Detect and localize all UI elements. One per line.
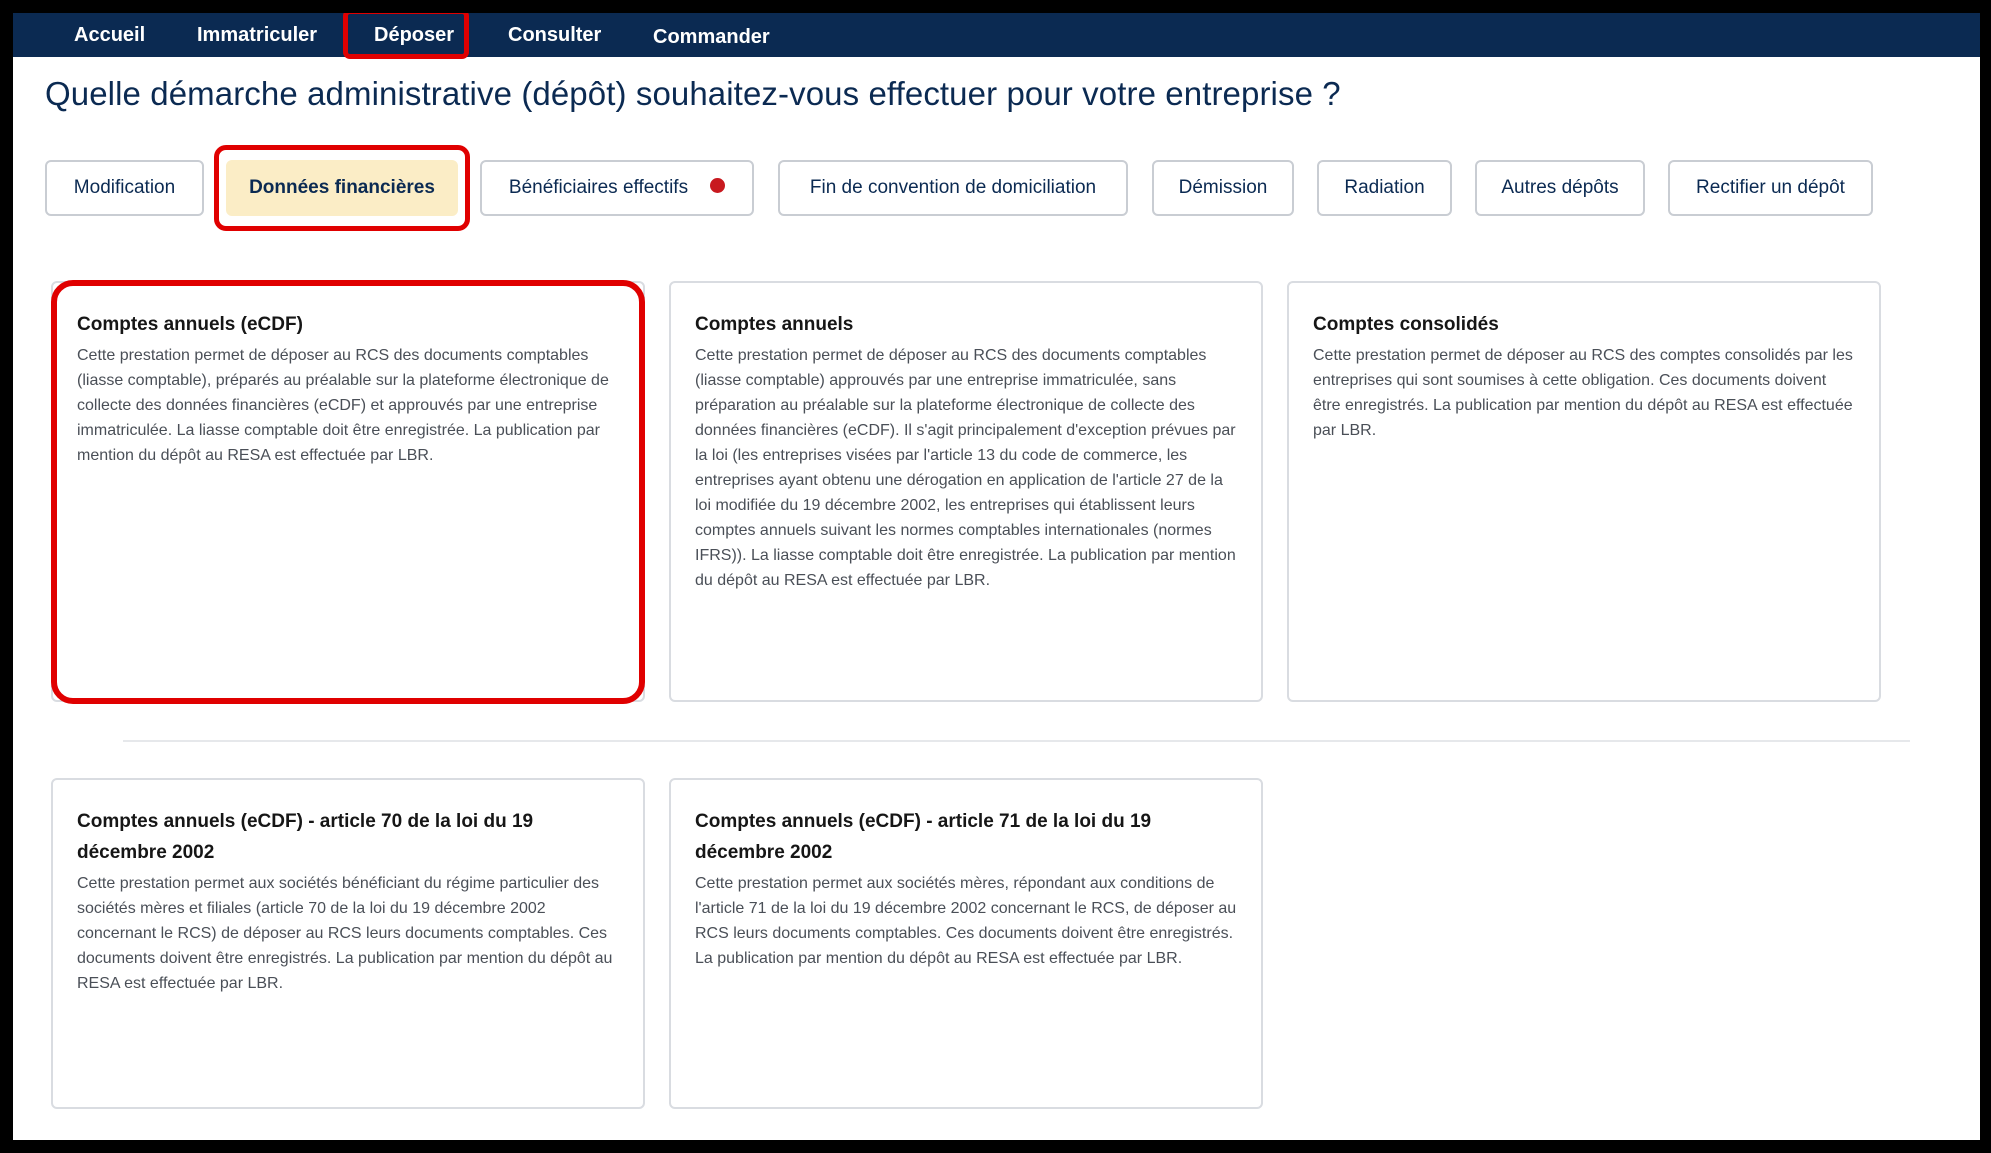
nav-immatriculer[interactable]: Immatriculer — [197, 13, 317, 57]
card-comptes-annuels-article-70[interactable]: Comptes annuels (eCDF) - article 70 de l… — [51, 778, 645, 1109]
card-description: Cette prestation permet aux sociétés bén… — [77, 875, 613, 992]
card-selected-highlight — [51, 280, 645, 704]
status-dot-icon — [710, 178, 726, 194]
page-title: Quelle démarche administrative (dépôt) s… — [45, 75, 1341, 112]
card-description: Cette prestation permet de déposer au RC… — [695, 347, 1236, 589]
nav-active-highlight — [343, 13, 469, 59]
tab-autres-depots[interactable]: Autres dépôts — [1475, 160, 1645, 216]
card-title: Comptes consolidés — [1313, 314, 1499, 335]
nav-accueil[interactable]: Accueil — [74, 13, 145, 57]
top-navigation: Accueil Immatriculer Déposer Consulter C… — [13, 13, 1980, 57]
tab-demission[interactable]: Démission — [1152, 160, 1294, 216]
tab-rectifier-depot[interactable]: Rectifier un dépôt — [1668, 160, 1873, 216]
card-comptes-consolides[interactable]: Comptes consolidés Cette prestation perm… — [1287, 281, 1881, 702]
nav-consulter[interactable]: Consulter — [508, 13, 601, 57]
card-comptes-annuels-article-71[interactable]: Comptes annuels (eCDF) - article 71 de l… — [669, 778, 1263, 1109]
card-title: Comptes annuels (eCDF) - article 70 de l… — [77, 811, 534, 863]
card-comptes-annuels[interactable]: Comptes annuels Cette prestation permet … — [669, 281, 1263, 702]
card-title: Comptes annuels — [695, 314, 854, 335]
tab-label: Bénéficiaires effectifs — [508, 177, 689, 198]
tab-beneficiaires-effectifs[interactable]: Bénéficiaires effectifs — [480, 160, 754, 216]
card-description: Cette prestation permet de déposer au RC… — [1313, 347, 1853, 439]
card-title: Comptes annuels (eCDF) - article 71 de l… — [695, 811, 1152, 863]
card-description: Cette prestation permet aux sociétés mèr… — [695, 875, 1237, 967]
section-divider — [123, 740, 1910, 742]
tab-modification[interactable]: Modification — [45, 160, 204, 216]
tab-active-highlight — [214, 145, 470, 231]
tab-radiation[interactable]: Radiation — [1317, 160, 1452, 216]
tab-fin-convention-domiciliation[interactable]: Fin de convention de domiciliation — [778, 160, 1128, 216]
nav-commander[interactable]: Commander — [653, 15, 770, 59]
app-window: Accueil Immatriculer Déposer Consulter C… — [13, 13, 1980, 1140]
